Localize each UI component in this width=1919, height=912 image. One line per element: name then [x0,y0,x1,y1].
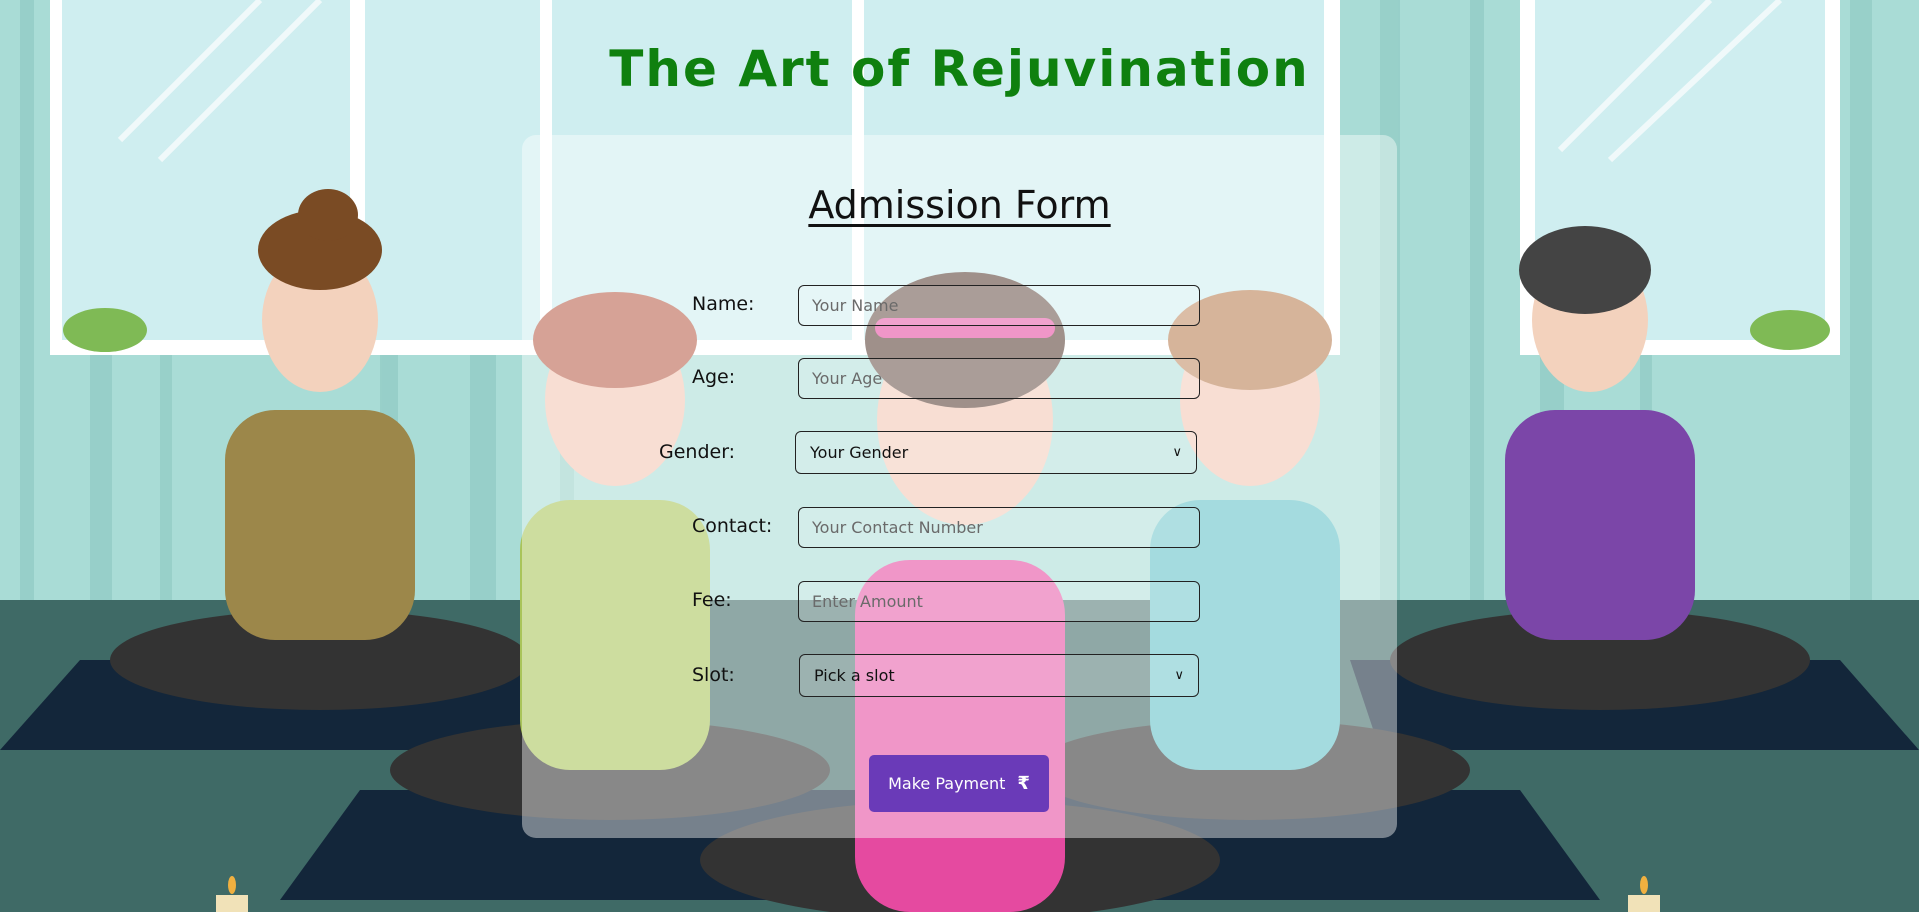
gender-label: Gender: [659,441,736,463]
contact-input[interactable] [798,507,1200,548]
slot-select-value: Pick a slot [814,666,895,685]
name-input[interactable] [798,285,1200,326]
name-label: Name: [692,293,755,315]
chevron-down-icon: ∨ [1174,668,1184,683]
make-payment-button[interactable]: Make Payment ₹ [869,755,1049,812]
gender-select[interactable]: Your Gender ∨ [795,431,1197,474]
fee-label: Fee: [692,589,732,611]
page-title: The Art of Rejuvination [609,40,1310,98]
gender-select-value: Your Gender [810,443,909,462]
admission-form: Admission Form Name: Age: Gender: Your G… [522,135,1397,838]
form-title: Admission Form [808,183,1111,227]
chevron-down-icon: ∨ [1172,445,1182,460]
fee-input[interactable] [798,581,1200,622]
slot-select[interactable]: Pick a slot ∨ [799,654,1199,697]
age-label: Age: [692,366,736,388]
contact-label: Contact: [692,515,773,537]
slot-label: Slot: [692,664,735,686]
make-payment-label: Make Payment [888,774,1006,793]
rupee-icon: ₹ [1017,773,1030,794]
age-input[interactable] [798,358,1200,399]
